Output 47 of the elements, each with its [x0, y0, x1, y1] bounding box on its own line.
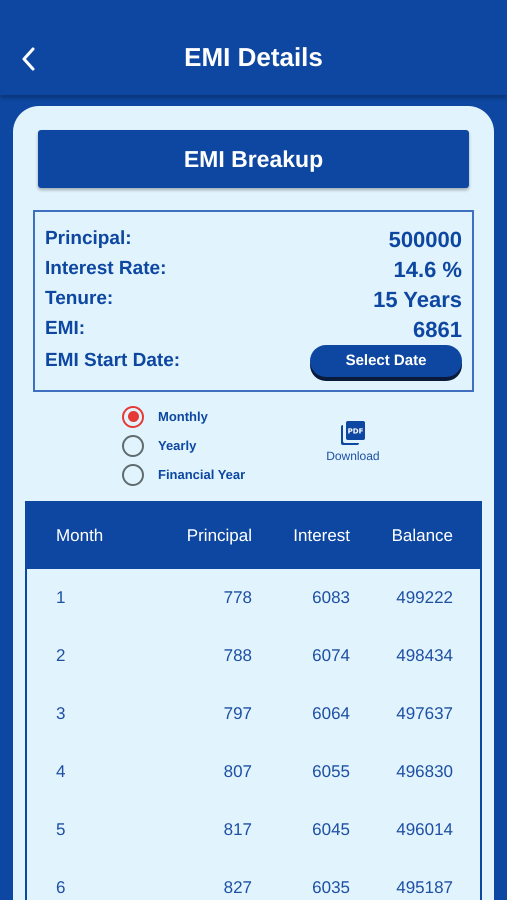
radio-button[interactable]: [122, 406, 144, 428]
start-date-label: EMI Start Date:: [45, 348, 180, 373]
table-cell-text: 6045: [311, 819, 350, 842]
table-cell-text: 817: [222, 819, 252, 842]
radio-option[interactable]: Yearly: [122, 431, 246, 460]
table-cell-text: 498434: [395, 645, 453, 668]
summary-value: 15 Years: [373, 286, 462, 314]
table-cell-text: 797: [222, 703, 252, 726]
column-header: Interest: [292, 525, 350, 548]
radio-button[interactable]: [122, 464, 144, 486]
table-cell-text: 778: [222, 587, 252, 610]
table-cell-text: 497637: [395, 703, 453, 726]
summary-label: Tenure:: [45, 286, 114, 311]
summary-label: Interest Rate:: [45, 256, 166, 281]
summary-value: 14.6 %: [394, 256, 462, 284]
summary-label: Principal:: [45, 226, 132, 251]
table-cell-text: 6055: [311, 761, 350, 784]
radio-option[interactable]: Monthly: [122, 402, 246, 431]
table-cell-text: 3: [55, 703, 66, 726]
table-cell-text: 1: [55, 587, 66, 610]
column-header: Principal: [186, 525, 252, 548]
radio-button[interactable]: [122, 434, 144, 456]
table-cell-text: 788: [222, 645, 252, 668]
screen-title: EMI Details: [184, 41, 323, 74]
column-header: Balance: [390, 525, 453, 548]
back-icon: [21, 47, 35, 71]
select-date-button[interactable]: Select Date: [310, 345, 462, 377]
table-cell-text: 807: [222, 761, 252, 784]
table-cell-text: 2: [55, 645, 66, 668]
table-cell-text: 6: [55, 877, 66, 900]
table-cell-text: 499222: [395, 587, 453, 610]
table-cell-text: 4: [55, 761, 66, 784]
table-cell-text: 496014: [395, 819, 453, 842]
radio-option[interactable]: Financial Year: [122, 460, 246, 489]
table-cell-text: 496830: [395, 761, 453, 784]
table-cell-text: 5: [55, 819, 66, 842]
summary-label: EMI:: [45, 316, 86, 341]
summary-value: 500000: [388, 226, 462, 254]
table-cell-text: 6064: [311, 703, 350, 726]
table-cell-text: 495187: [395, 877, 453, 900]
table-cell-text: 6074: [311, 645, 350, 668]
table-cell-text: 6035: [311, 877, 350, 900]
summary-value: 6861: [413, 316, 462, 344]
table-cell-text: 6083: [311, 587, 350, 610]
column-header: Month: [55, 525, 104, 548]
breakup-button[interactable]: EMI Breakup: [38, 130, 469, 188]
table-cell-text: 827: [222, 877, 252, 900]
